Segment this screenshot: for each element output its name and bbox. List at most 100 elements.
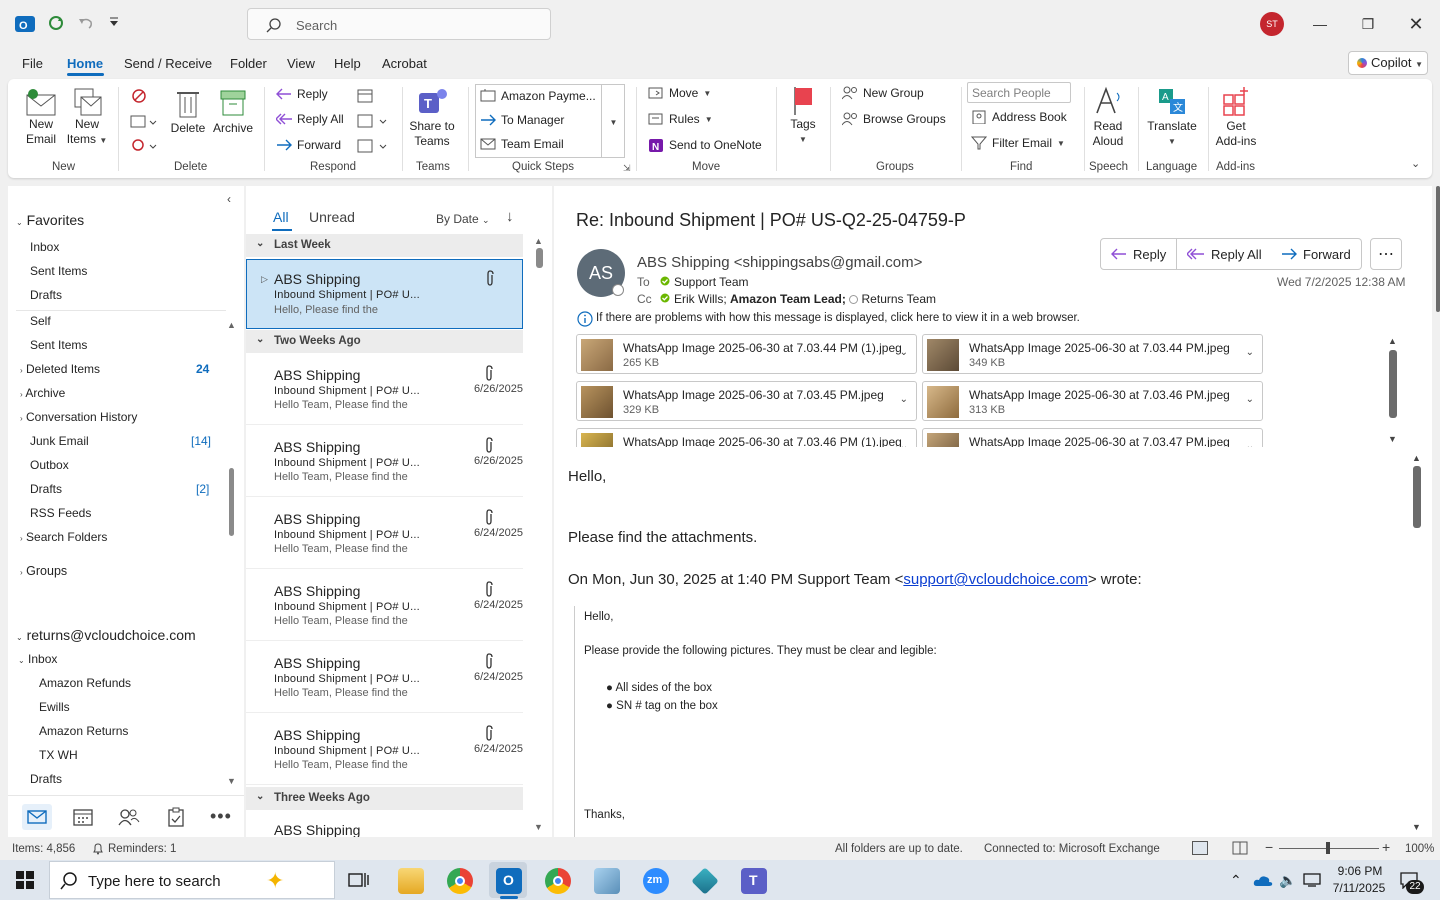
taskbar-search-input[interactable]: Type here to search ✦ xyxy=(49,861,335,899)
group-header-last-week[interactable]: ⌄ Last Week xyxy=(246,234,523,257)
reminders-count[interactable]: Reminders: 1 xyxy=(108,843,176,855)
new-items-button[interactable]: New Items ▼ xyxy=(66,87,108,148)
close-button[interactable]: ✕ xyxy=(1404,12,1428,36)
volume-icon[interactable]: 🔈 xyxy=(1279,872,1296,889)
tab-file[interactable]: File xyxy=(22,56,43,71)
sync-icon[interactable] xyxy=(47,14,65,32)
delete-button[interactable]: Delete xyxy=(168,87,208,136)
folder-deleted-items[interactable]: › Deleted Items xyxy=(20,362,100,376)
windows-start-icon[interactable] xyxy=(16,871,34,889)
thread-expand-icon[interactable]: ▷ xyxy=(261,274,268,285)
tab-view[interactable]: View xyxy=(287,56,315,71)
app-icon[interactable] xyxy=(594,868,620,894)
message-item[interactable]: ABS Shipping xyxy=(246,812,523,837)
quick-step-amazon[interactable]: Amazon Payme... xyxy=(480,89,596,103)
recipient-support-team[interactable]: Support Team xyxy=(674,275,749,289)
chrome-icon[interactable] xyxy=(447,868,473,894)
network-icon[interactable] xyxy=(1303,873,1321,887)
folder-inbox[interactable]: ⌄ Inbox xyxy=(18,652,57,666)
group-header-two-weeks-ago[interactable]: ⌄ Two Weeks Ago xyxy=(246,330,523,353)
chevron-down-icon[interactable]: ⌄ xyxy=(1246,394,1254,405)
message-item[interactable]: ▷ ABS Shipping Inbound Shipment | PO# U.… xyxy=(246,259,523,329)
tags-button[interactable]: Tags ▼ xyxy=(786,85,820,147)
window-scrollbar-thumb[interactable] xyxy=(1436,186,1440,312)
scroll-up-arrow-icon[interactable]: ▲ xyxy=(227,320,236,330)
outlook-taskbar-icon[interactable]: O xyxy=(496,868,522,894)
collapse-pane-chevron-icon[interactable]: ‹ xyxy=(227,192,231,206)
zoom-app-icon[interactable]: zm xyxy=(643,868,669,894)
nav-tasks-button[interactable] xyxy=(167,807,185,827)
list-scrollbar-thumb[interactable] xyxy=(536,248,543,268)
attachment-card[interactable]: WhatsApp Image 2025-06-30 at 7.03.47 PM.… xyxy=(922,428,1263,447)
new-group-button[interactable]: New Group xyxy=(842,86,924,100)
file-explorer-icon[interactable] xyxy=(398,868,424,894)
teams-taskbar-icon[interactable]: T xyxy=(741,868,767,894)
cc-amazon-team-lead[interactable]: Amazon Team Lead; xyxy=(730,292,846,306)
reply-all-button[interactable]: Reply All xyxy=(1177,238,1273,270)
info-bar[interactable]: If there are problems with how this mess… xyxy=(596,312,1080,324)
browse-groups-button[interactable]: Browse Groups xyxy=(842,112,946,126)
quick-steps-expand-button[interactable]: ▼ xyxy=(601,84,625,158)
scroll-up-arrow-icon[interactable]: ▲ xyxy=(534,236,543,246)
dialog-launcher-icon[interactable]: ⇲ xyxy=(623,163,631,174)
address-book-button[interactable]: Address Book xyxy=(971,110,1067,124)
reply-ribbon-button[interactable]: Reply xyxy=(276,87,328,101)
folder-junk-email[interactable]: Junk Email xyxy=(30,434,89,448)
minimize-button[interactable]: — xyxy=(1308,12,1332,36)
archive-button[interactable]: Archive xyxy=(211,87,255,136)
copilot-button[interactable]: Copilot ▼ xyxy=(1348,51,1428,75)
clock-time[interactable]: 9:06 PM xyxy=(1330,864,1390,878)
scroll-up-arrow-icon[interactable]: ▲ xyxy=(1412,453,1421,463)
user-avatar[interactable]: ST xyxy=(1260,12,1284,36)
reply-all-ribbon-button[interactable]: Reply All xyxy=(276,112,344,126)
move-button[interactable]: Move ▼ xyxy=(648,86,711,100)
read-aloud-button[interactable]: Read Aloud xyxy=(1090,85,1126,149)
tab-home[interactable]: Home xyxy=(67,56,103,71)
attachment-card[interactable]: WhatsApp Image 2025-06-30 at 7.03.45 PM.… xyxy=(576,381,917,421)
folder-groups[interactable]: › Groups xyxy=(20,564,67,578)
reply-button[interactable]: Reply xyxy=(1100,238,1178,270)
reading-view-icon[interactable] xyxy=(1232,841,1248,855)
onedrive-icon[interactable] xyxy=(1253,873,1273,887)
get-addins-button[interactable]: Get Add-ins xyxy=(1212,85,1260,149)
folder-drafts-account[interactable]: Drafts xyxy=(30,772,62,786)
scroll-down-arrow-icon[interactable]: ▼ xyxy=(1388,434,1397,444)
nav-mail-button[interactable] xyxy=(22,804,52,830)
restore-button[interactable]: ❐ xyxy=(1356,12,1380,36)
scroll-up-arrow-icon[interactable]: ▲ xyxy=(1388,336,1397,346)
quick-step-team-email[interactable]: Team Email xyxy=(480,137,564,151)
meeting-reply-icon[interactable] xyxy=(356,87,374,105)
group-header-three-weeks-ago[interactable]: ⌄ Three Weeks Ago xyxy=(246,787,523,810)
task-view-icon[interactable] xyxy=(348,870,370,890)
attachment-card[interactable]: WhatsApp Image 2025-06-30 at 7.03.44 PM.… xyxy=(922,334,1263,374)
search-input[interactable]: Search xyxy=(247,8,551,40)
tab-folder[interactable]: Folder xyxy=(230,56,267,71)
folder-fav-drafts[interactable]: Drafts xyxy=(30,288,62,302)
nav-people-button[interactable] xyxy=(118,808,140,826)
filter-email-button[interactable]: Filter Email ▼ xyxy=(971,136,1065,150)
tab-send-receive[interactable]: Send / Receive xyxy=(124,56,212,71)
folder-fav-sent-items[interactable]: Sent Items xyxy=(30,264,87,278)
favorites-header[interactable]: ⌄ Favorites xyxy=(16,212,84,228)
chevron-down-icon[interactable]: ⌄ xyxy=(1246,441,1254,447)
scroll-down-arrow-icon[interactable]: ▼ xyxy=(534,822,543,832)
forward-ribbon-button[interactable]: Forward xyxy=(276,138,341,152)
message-item[interactable]: ABS Shipping Inbound Shipment | PO# U...… xyxy=(246,355,523,425)
folder-tx-wh[interactable]: TX WH xyxy=(39,748,78,762)
folder-rss-feeds[interactable]: RSS Feeds xyxy=(30,506,91,520)
share-to-teams-button[interactable]: T Share to Teams xyxy=(406,85,458,149)
folder-self[interactable]: Self xyxy=(30,314,51,328)
more-respond-icon[interactable] xyxy=(356,137,388,155)
attachment-card[interactable]: WhatsApp Image 2025-06-30 at 7.03.46 PM.… xyxy=(922,381,1263,421)
search-people-input[interactable]: Search People xyxy=(967,82,1071,103)
send-to-onenote-button[interactable]: N Send to OneNote xyxy=(648,138,762,152)
chrome-profile-icon[interactable] xyxy=(545,868,571,894)
chevron-down-icon[interactable]: ⌄ xyxy=(900,347,908,358)
zoom-out-icon[interactable]: − xyxy=(1265,839,1273,855)
message-item[interactable]: ABS Shipping Inbound Shipment | PO# U...… xyxy=(246,571,523,641)
message-item[interactable]: ABS Shipping Inbound Shipment | PO# U...… xyxy=(246,715,523,785)
zoom-slider-thumb[interactable] xyxy=(1326,842,1330,854)
nav-calendar-button[interactable] xyxy=(73,808,93,826)
folder-outbox[interactable]: Outbox xyxy=(30,458,69,472)
undo-icon[interactable] xyxy=(77,14,95,32)
